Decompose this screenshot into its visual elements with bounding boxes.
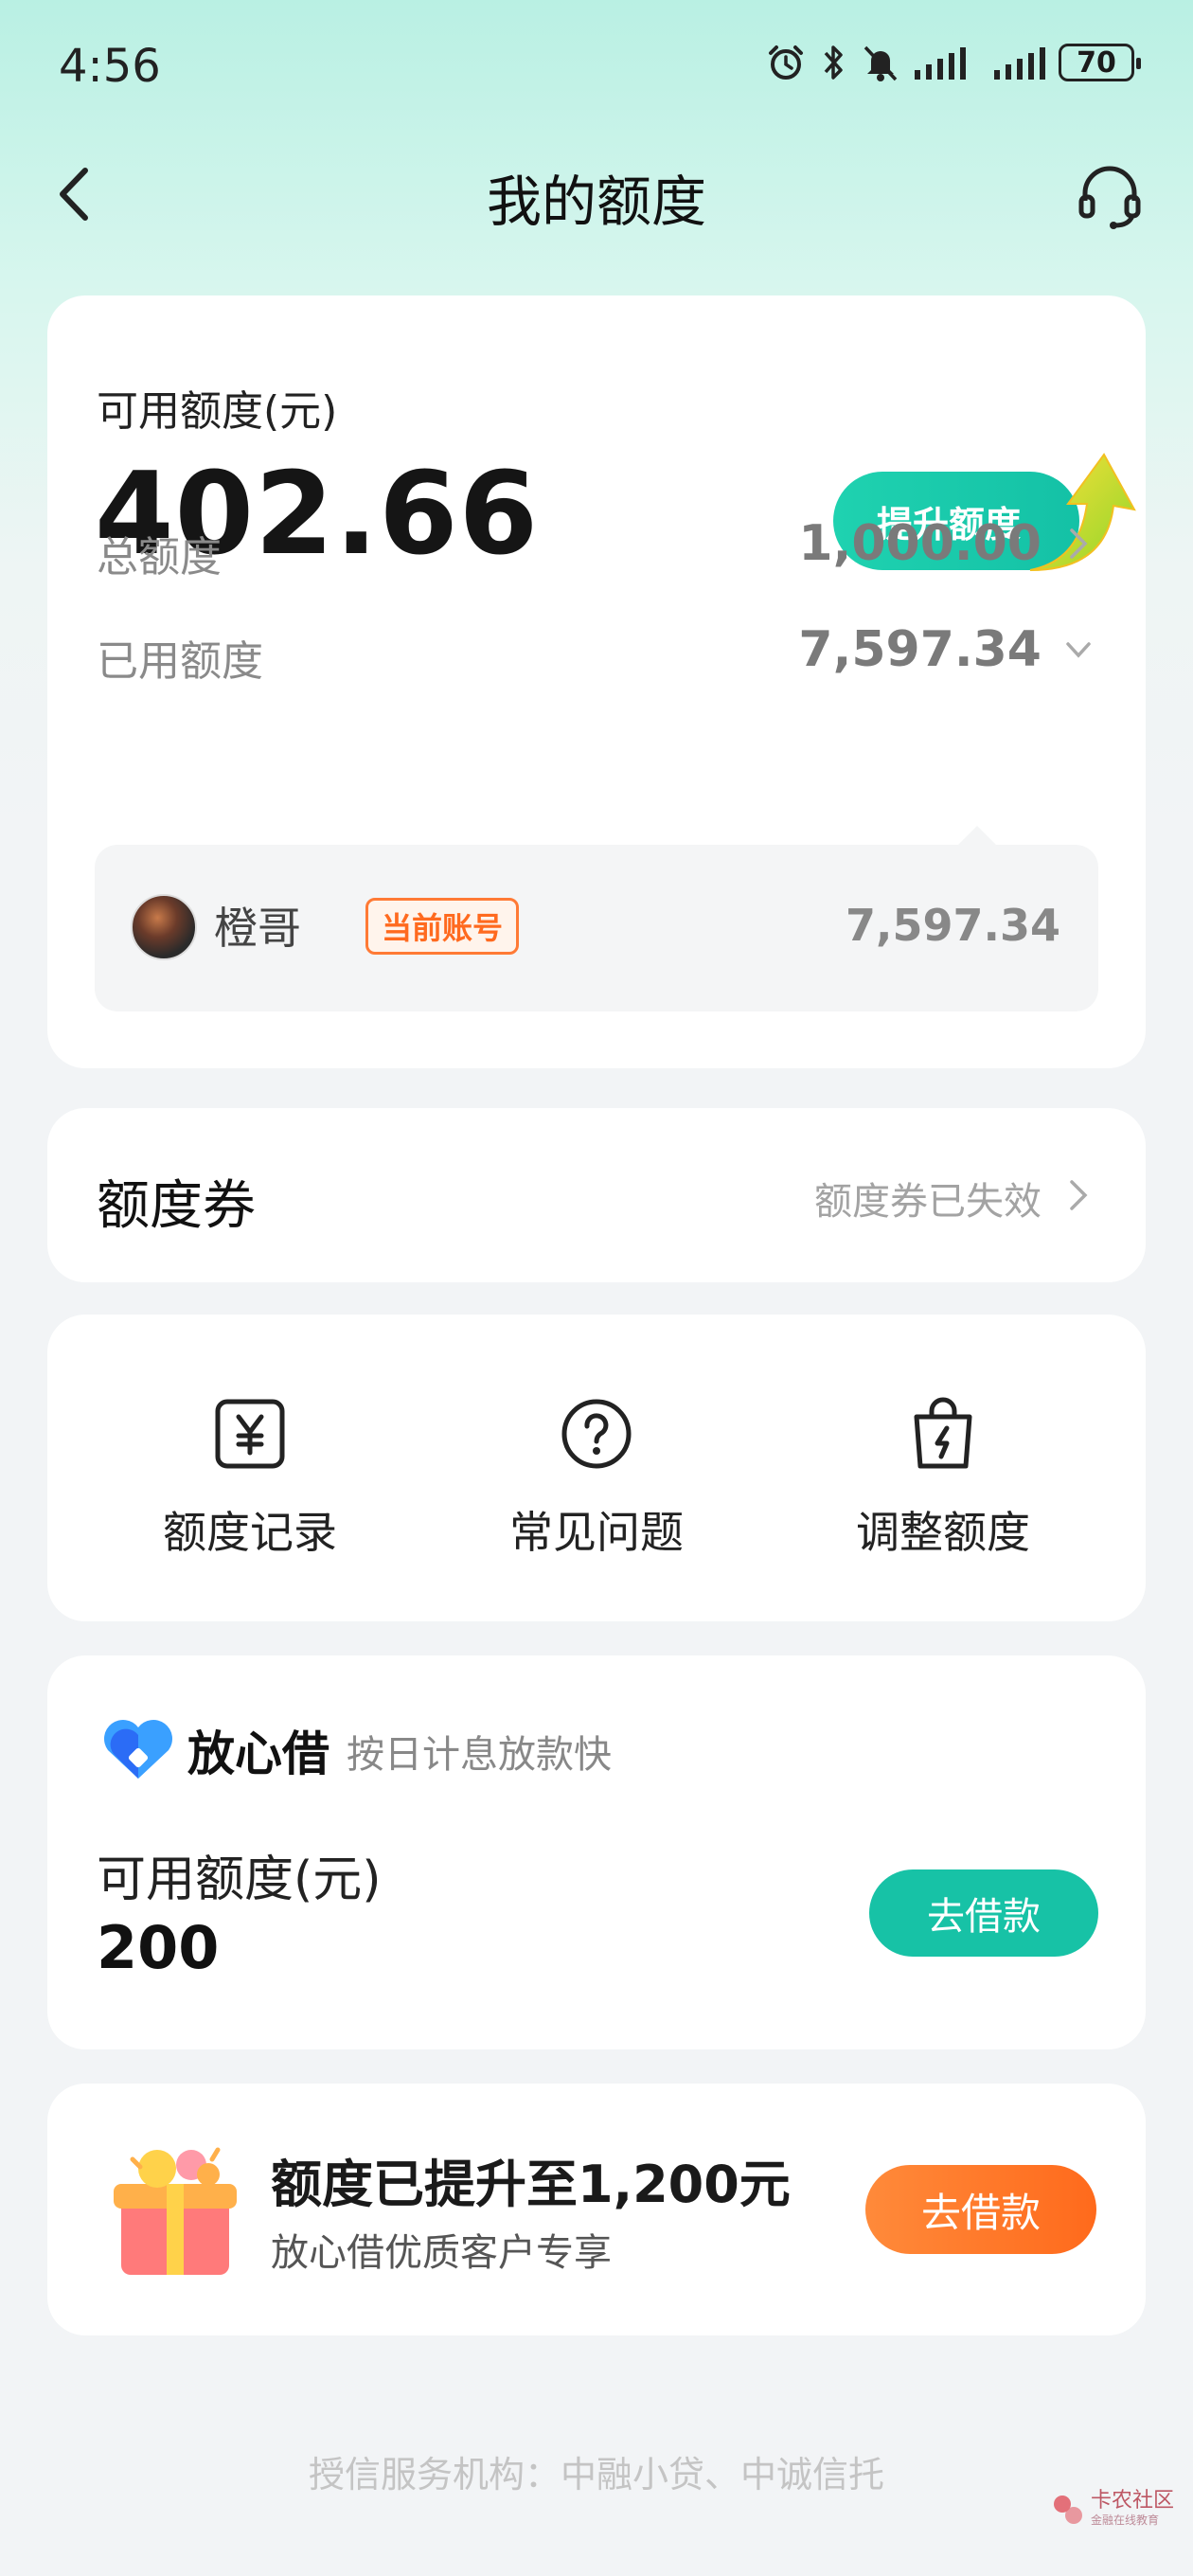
loan-available-label: 可用额度(元) — [97, 1852, 382, 1908]
loan-product-card: 放心借 按日计息放款快 可用额度(元) 200 去借款 — [47, 1655, 1146, 2049]
action-label: 常见问题 — [509, 1507, 684, 1558]
alarm-icon — [769, 45, 803, 80]
quota-card: 可用额度(元) 402.66 提升额度 总额度 1,000.00 已用额度 7,… — [47, 295, 1146, 1068]
customer-service-icon[interactable] — [1074, 159, 1146, 231]
fangxinjie-logo-icon — [104, 1720, 172, 1779]
bluetooth-icon — [824, 45, 843, 80]
promo-borrow-button[interactable]: 去借款 — [865, 2165, 1096, 2254]
action-label: 调整额度 — [856, 1507, 1030, 1558]
coupon-status: 额度券已失效 — [814, 1180, 1042, 1224]
account-row: 橙哥 当前账号 7,597.34 — [95, 845, 1098, 1011]
watermark-text: 卡农社区 — [1090, 2489, 1174, 2513]
question-circle-icon — [561, 1399, 632, 1469]
bag-lightning-icon — [914, 1397, 972, 1469]
nav-bar: 我的额度 — [0, 142, 1193, 246]
kanong-logo-icon — [1053, 2495, 1082, 2524]
signal-2-icon — [994, 47, 1045, 80]
chevron-down-icon[interactable] — [1064, 631, 1093, 669]
promo-title: 额度已提升至1,200元 — [271, 2155, 791, 2214]
watermark-subtext: 金融在线教育 — [1090, 2513, 1159, 2527]
mute-bell-icon — [864, 45, 898, 81]
status-time: 4:56 — [59, 40, 161, 93]
loan-slogan: 按日计息放款快 — [347, 1733, 612, 1777]
promo-card: 额度已提升至1,200元 放心借优质客户专享 去借款 — [47, 2084, 1146, 2335]
gift-box-icon — [114, 2147, 237, 2275]
total-quota-value[interactable]: 1,000.00 — [798, 515, 1042, 572]
watermark: 卡农社区 金融在线教育 — [1051, 2491, 1174, 2528]
loan-brand: 放心借 — [187, 1726, 329, 1781]
available-quota-label: 可用额度(元) — [97, 387, 338, 436]
action-faq[interactable]: 常见问题 — [454, 1396, 739, 1561]
status-bar: 4:56 70 — [0, 0, 1193, 142]
total-quota-label: 总额度 — [97, 533, 222, 581]
action-label: 额度记录 — [163, 1507, 337, 1558]
chevron-right-icon[interactable] — [1064, 525, 1093, 563]
account-used-amount: 7,597.34 — [846, 900, 1060, 951]
promo-subtitle: 放心借优质客户专享 — [271, 2231, 612, 2275]
yuan-receipt-icon — [215, 1399, 285, 1469]
borrow-button[interactable]: 去借款 — [869, 1869, 1098, 1957]
avatar — [131, 894, 197, 960]
account-name: 橙哥 — [214, 903, 301, 954]
current-account-badge: 当前账号 — [365, 898, 520, 955]
action-adjust-quota[interactable]: 调整额度 — [801, 1396, 1085, 1561]
quota-coupon-card[interactable]: 额度券 额度券已失效 — [47, 1108, 1146, 1282]
page-title: 我的额度 — [486, 170, 706, 234]
action-quota-record[interactable]: 额度记录 — [108, 1396, 392, 1561]
used-quota-label: 已用额度 — [97, 637, 263, 686]
status-icons: 70 — [765, 42, 1141, 83]
account-box-pointer — [956, 826, 998, 847]
signal-1-icon — [915, 47, 966, 80]
used-quota-value[interactable]: 7,597.34 — [798, 621, 1042, 678]
loan-available-amount: 200 — [97, 1913, 220, 1982]
footer-credit-institutions: 授信服务机构：中融小贷、中诚信托 — [308, 2454, 884, 2496]
chevron-right-icon — [1070, 1180, 1088, 1210]
coupon-title: 额度券 — [97, 1175, 256, 1237]
battery-indicator: 70 — [1059, 44, 1141, 81]
quick-actions-card: 额度记录 常见问题 调整额度 — [47, 1315, 1146, 1621]
